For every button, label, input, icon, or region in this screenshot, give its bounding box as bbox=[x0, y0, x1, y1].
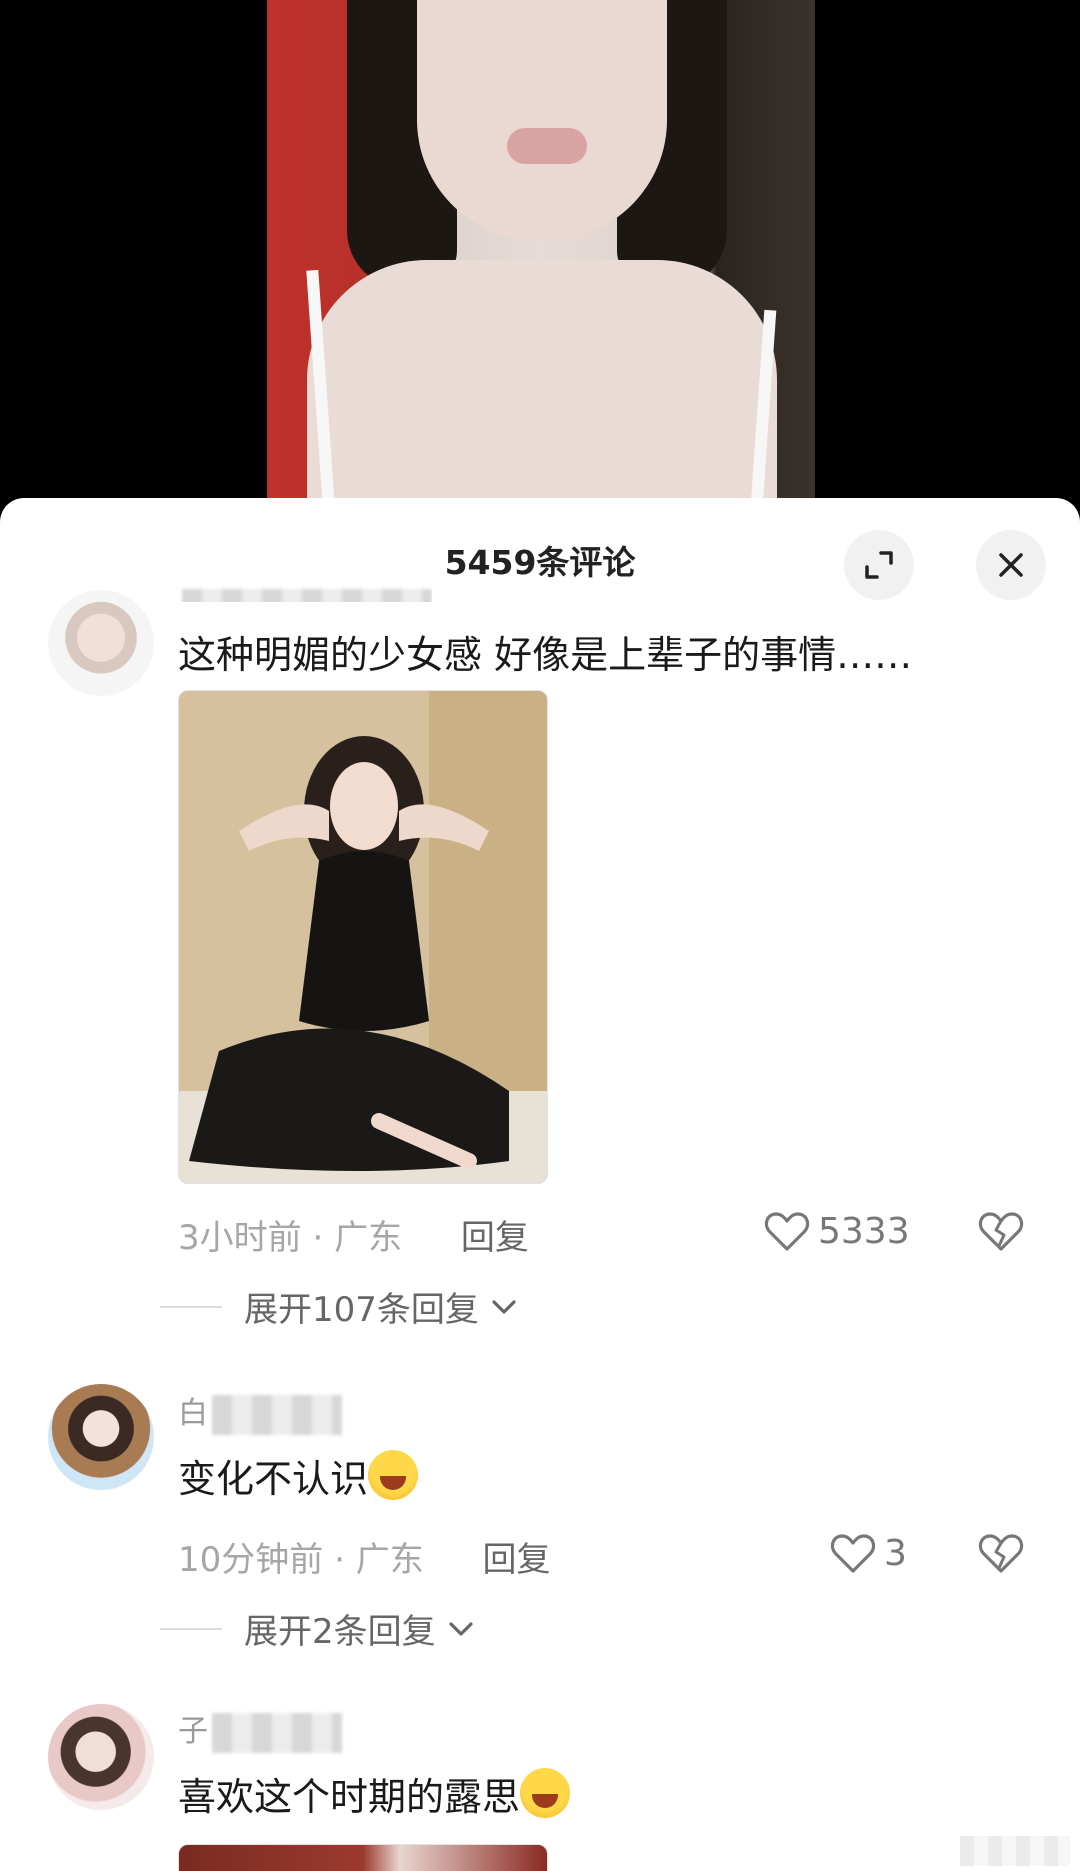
comment-text-content: 变化不认识 bbox=[178, 1457, 369, 1501]
laughing-tears-emoji bbox=[368, 1450, 419, 1500]
expand-replies-button[interactable]: 展开2条回复 bbox=[160, 1604, 476, 1653]
meta-separator: · bbox=[334, 1540, 356, 1580]
comment-meta: 3小时前 · 广东 回复 bbox=[178, 1210, 529, 1259]
like-count: 3 bbox=[884, 1532, 907, 1574]
chevron-down-icon bbox=[449, 1621, 473, 1636]
comment-time: 10分钟前 bbox=[178, 1540, 324, 1580]
close-icon bbox=[999, 553, 1023, 577]
divider-line bbox=[160, 1627, 222, 1630]
like-button[interactable]: 5333 bbox=[764, 1210, 910, 1252]
expand-button[interactable] bbox=[844, 530, 914, 600]
comment-text: 这种明媚的少女感 好像是上辈子的事情…… bbox=[178, 633, 913, 677]
heart-outline-icon bbox=[764, 1212, 810, 1251]
like-count: 5333 bbox=[818, 1210, 910, 1252]
expand-replies-label: 展开2条回复 bbox=[244, 1612, 436, 1652]
heart-outline-icon bbox=[830, 1534, 876, 1573]
video-content bbox=[307, 260, 777, 520]
comment-image[interactable] bbox=[178, 1844, 548, 1871]
comment-username[interactable] bbox=[178, 578, 432, 602]
comments-sheet: 5459条评论 这种明媚的少女感 好像是上辈子的事情…… 3小时前 · 广东 回… bbox=[0, 498, 1080, 1871]
dislike-button[interactable] bbox=[978, 1210, 1024, 1256]
video-player[interactable] bbox=[0, 0, 1080, 520]
avatar[interactable] bbox=[48, 1384, 154, 1490]
expand-replies-button[interactable]: 展开107条回复 bbox=[160, 1282, 519, 1331]
video-content bbox=[417, 0, 667, 240]
comments-count-title: 5459条评论 bbox=[444, 543, 636, 582]
avatar[interactable] bbox=[48, 1704, 154, 1810]
avatar[interactable] bbox=[48, 590, 154, 696]
like-button[interactable]: 3 bbox=[830, 1532, 907, 1574]
broken-heart-icon bbox=[978, 1534, 1024, 1573]
close-button[interactable] bbox=[976, 530, 1046, 600]
expand-icon bbox=[865, 551, 893, 579]
comment-text: 变化不认识 bbox=[178, 1448, 419, 1503]
comment-meta: 10分钟前 · 广东 回复 bbox=[178, 1532, 551, 1581]
comment-location: 广东 bbox=[355, 1540, 424, 1580]
expand-replies-label: 展开107条回复 bbox=[244, 1290, 479, 1330]
video-content bbox=[507, 128, 587, 164]
dislike-button[interactable] bbox=[978, 1532, 1024, 1578]
video-frame[interactable] bbox=[267, 0, 815, 520]
photo-content bbox=[179, 691, 547, 1183]
blurred-name bbox=[212, 1712, 342, 1753]
chevron-down-icon bbox=[492, 1299, 516, 1314]
reply-button[interactable]: 回复 bbox=[461, 1218, 529, 1258]
watermark bbox=[960, 1836, 1070, 1866]
comment-time: 3小时前 bbox=[178, 1218, 302, 1258]
comment-text-content: 喜欢这个时期的露思 bbox=[178, 1775, 521, 1819]
crying-face-emoji bbox=[520, 1768, 571, 1818]
comment-image[interactable] bbox=[178, 690, 548, 1184]
comment-username[interactable]: 白 bbox=[178, 1388, 342, 1435]
reply-button[interactable]: 回复 bbox=[483, 1540, 551, 1580]
comment-text: 喜欢这个时期的露思 bbox=[178, 1766, 571, 1821]
broken-heart-icon bbox=[978, 1212, 1024, 1251]
divider-line bbox=[160, 1305, 222, 1308]
comment-username[interactable]: 子 bbox=[178, 1706, 342, 1753]
comment-location: 广东 bbox=[334, 1218, 403, 1258]
blurred-name bbox=[212, 1394, 342, 1435]
meta-separator: · bbox=[312, 1218, 335, 1258]
